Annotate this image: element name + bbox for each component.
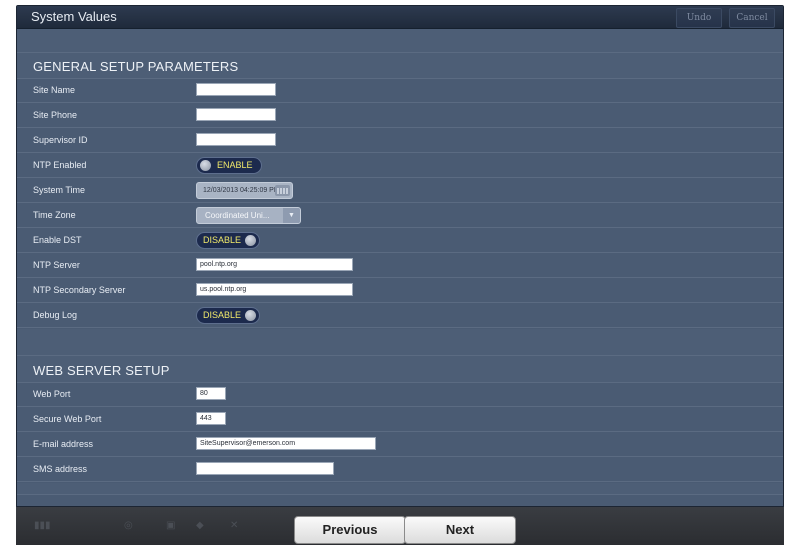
enable-dst-label: Enable DST [33, 235, 82, 245]
spacer-band [17, 483, 783, 495]
email-label: E-mail address [33, 439, 94, 449]
next-button[interactable]: Next [404, 516, 516, 544]
sms-row: SMS address [17, 458, 783, 482]
time-zone-label: Time Zone [33, 210, 76, 220]
debug-log-toggle[interactable]: DISABLE [196, 307, 260, 324]
site-phone-input[interactable] [196, 108, 276, 121]
ntp-enabled-label: NTP Enabled [33, 160, 87, 170]
undo-button[interactable]: Undo [676, 8, 722, 28]
system-time-value: 12/03/2013 04:25:09 PM [203, 187, 280, 194]
spacer-band [17, 29, 783, 53]
time-zone-row: Time Zone Coordinated Uni... ▼ [17, 204, 783, 228]
general-section-header: GENERAL SETUP PARAMETERS [17, 53, 783, 79]
supervisor-id-input[interactable] [196, 133, 276, 146]
system-values-panel: System Values Undo Cancel GENERAL SETUP … [16, 5, 784, 507]
sms-input[interactable] [196, 462, 334, 475]
secure-web-port-input[interactable]: 443 [196, 412, 226, 425]
system-time-field[interactable]: 12/03/2013 04:25:09 PM [196, 182, 293, 199]
faded-toolbar-icon: ▮▮▮ [34, 520, 51, 531]
ntp-enabled-toggle[interactable]: ENABLE [196, 157, 262, 174]
system-time-row: System Time 12/03/2013 04:25:09 PM [17, 179, 783, 203]
faded-toolbar-icon: ▣ [166, 520, 176, 531]
site-phone-label: Site Phone [33, 110, 78, 120]
site-name-row: Site Name [17, 79, 783, 103]
window-title: System Values [31, 9, 117, 24]
web-port-input[interactable]: 80 [196, 387, 226, 400]
faded-toolbar-icon: ✕ [230, 520, 239, 531]
email-input[interactable]: SiteSupervisor@emerson.com [196, 437, 376, 450]
ntp-enabled-state: ENABLE [217, 160, 253, 170]
spacer-band [17, 329, 783, 356]
ntp-secondary-label: NTP Secondary Server [33, 285, 126, 295]
web-section-title: WEB SERVER SETUP [33, 363, 170, 378]
web-port-row: Web Port 80 [17, 383, 783, 407]
calendar-icon[interactable] [275, 185, 290, 196]
web-section-header: WEB SERVER SETUP [17, 356, 783, 383]
secure-web-port-row: Secure Web Port 443 [17, 408, 783, 432]
faded-toolbar-icon: ◎ [124, 520, 133, 531]
previous-button[interactable]: Previous [294, 516, 406, 544]
ntp-server-label: NTP Server [33, 260, 80, 270]
time-zone-value: Coordinated Uni... [205, 211, 270, 220]
email-row: E-mail address SiteSupervisor@emerson.co… [17, 433, 783, 457]
sms-label: SMS address [33, 464, 88, 474]
ntp-enabled-row: NTP Enabled ENABLE [17, 154, 783, 178]
enable-dst-state: DISABLE [203, 235, 242, 245]
time-zone-select[interactable]: Coordinated Uni... ▼ [196, 207, 301, 224]
bottom-toolbar: ▮▮▮ ◎ ▣ ◆ ✕ Previous Next [16, 507, 784, 545]
chevron-down-icon[interactable]: ▼ [283, 208, 300, 223]
secure-web-port-label: Secure Web Port [33, 414, 102, 424]
toggle-knob-icon [245, 310, 256, 321]
ntp-secondary-row: NTP Secondary Server us.pool.ntp.org [17, 279, 783, 303]
web-port-label: Web Port [33, 389, 71, 399]
site-name-label: Site Name [33, 85, 76, 95]
ntp-server-input[interactable]: pool.ntp.org [196, 258, 353, 271]
toggle-knob-icon [245, 235, 256, 246]
cancel-button[interactable]: Cancel [729, 8, 775, 28]
supervisor-id-row: Supervisor ID [17, 129, 783, 153]
ntp-server-row: NTP Server pool.ntp.org [17, 254, 783, 278]
supervisor-id-label: Supervisor ID [33, 135, 88, 145]
debug-log-row: Debug Log DISABLE [17, 304, 783, 328]
faded-toolbar-icon: ◆ [196, 520, 204, 531]
site-name-input[interactable] [196, 83, 276, 96]
enable-dst-toggle[interactable]: DISABLE [196, 232, 260, 249]
ntp-secondary-input[interactable]: us.pool.ntp.org [196, 283, 353, 296]
site-phone-row: Site Phone [17, 104, 783, 128]
general-section-title: GENERAL SETUP PARAMETERS [33, 59, 239, 74]
title-bar: System Values Undo Cancel [17, 6, 783, 29]
debug-log-state: DISABLE [203, 310, 242, 320]
system-time-label: System Time [33, 185, 86, 195]
enable-dst-row: Enable DST DISABLE [17, 229, 783, 253]
toggle-knob-icon [200, 160, 211, 171]
debug-log-label: Debug Log [33, 310, 78, 320]
